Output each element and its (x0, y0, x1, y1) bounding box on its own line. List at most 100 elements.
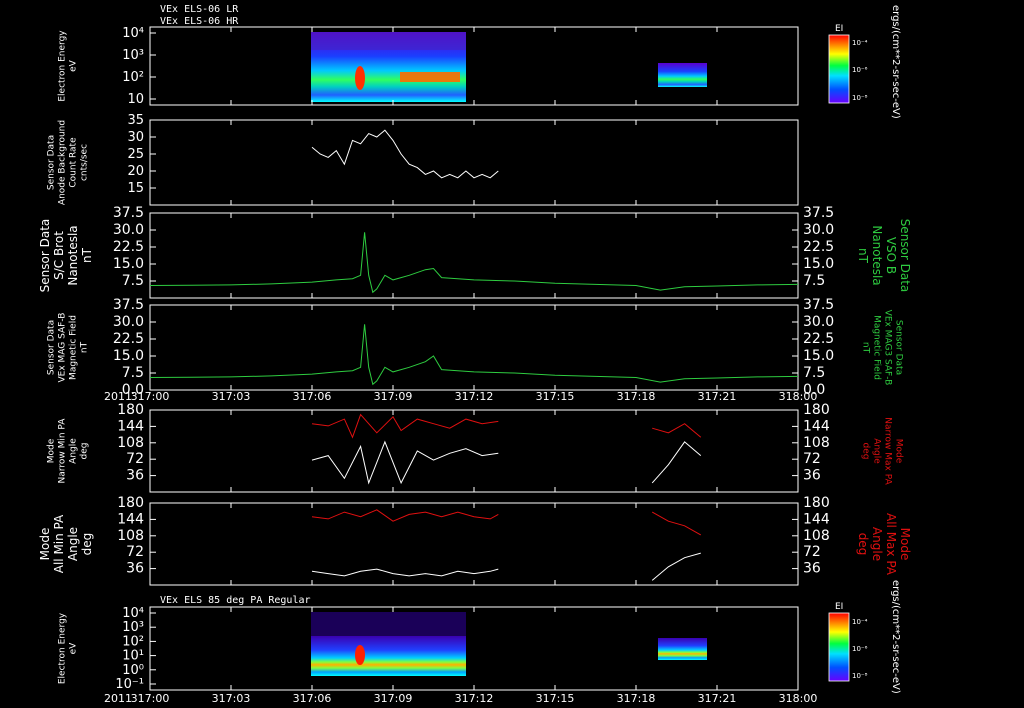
ylabel-line: deg (80, 533, 94, 556)
spectrogram-hotspot (355, 66, 365, 90)
ytick-label: 22.5 (113, 239, 144, 255)
ytick-label: 10⁻¹ (115, 677, 144, 692)
ytick-label: 15.0 (113, 256, 144, 272)
series-line-0 (311, 509, 499, 522)
xtick-label: 317:06 (293, 390, 332, 403)
ytick-label: 22.5 (113, 331, 144, 347)
ytick-label: 108 (117, 435, 144, 451)
ylabel-right-line: Nanotesla (870, 225, 884, 285)
ytick-label: 7.5 (122, 273, 144, 289)
ytick-label: 10⁴ (122, 606, 144, 621)
xtick-label: 317:06 (293, 692, 332, 705)
ytick-label: 108 (117, 528, 144, 544)
xtick-label: 317:18 (617, 692, 656, 705)
panel-frame-2 (149, 119, 799, 206)
ytick-label: 30.0 (113, 314, 144, 330)
ylabel-line: Anode Background (58, 120, 68, 205)
ylabel-line: Count Rate (69, 137, 79, 188)
ylabel-right-line: All Max PA (884, 513, 898, 576)
ytick-label-right: 30.0 (803, 222, 834, 238)
ylabel-right-line: nT (856, 248, 870, 264)
ytick-label: 36 (126, 468, 144, 484)
spectrogram-85pa-segment-1 (311, 636, 466, 676)
colorbar-top-label: EI (835, 24, 843, 34)
ytick-label-right: 108 (803, 528, 830, 544)
ytick-label-right: 22.5 (803, 331, 834, 347)
colorbar-top-scale (828, 34, 850, 104)
ytick-label: 10⁴ (122, 26, 144, 41)
ytick-label: 30 (127, 130, 144, 145)
xtick-label: 317:21 (698, 692, 737, 705)
xtick-label: 318:00 (779, 390, 818, 403)
ytick-label: 35 (127, 113, 144, 128)
ytick-label-right: 108 (803, 435, 830, 451)
spectrogram-noise-band (311, 32, 466, 50)
ylabel-line: Angle (66, 527, 80, 561)
ylabel-line: eV (69, 642, 79, 655)
ylabel-right-line: Mode (894, 439, 904, 464)
spectrogram-segment-2 (658, 63, 707, 87)
colorbar-top: EI 10⁻⁴ 10⁻⁶ 10⁻⁸ ergs/(cm**2-sr-sec-eV) (828, 5, 901, 119)
panel-frame-4 (149, 304, 799, 391)
ylabel-line: Nanotesla (66, 225, 80, 285)
ylabel-line: S/C Brot (52, 231, 66, 280)
colorbar-top-tick-3: 10⁻⁸ (852, 94, 868, 102)
ytick-label: 15 (127, 181, 144, 196)
spectrogram-85pa-noise (311, 612, 466, 636)
ytick-label: 180 (117, 495, 144, 511)
ytick-label: 10¹ (122, 649, 144, 664)
ylabel-line: nT (80, 247, 94, 263)
ytick-label: 10³ (122, 620, 144, 635)
xtick-label: 317:00 (131, 390, 170, 403)
ylabel-right-line: Mode (898, 528, 912, 561)
colorbar-bottom: EI 10⁻⁴ 10⁻⁶ 10⁻⁸ ergs/(cm**2-sr-sec-eV) (828, 580, 901, 694)
ylabel-line: Mode (47, 438, 57, 463)
xtick-label: 317:12 (455, 390, 494, 403)
ylabel-line: Sensor Data (47, 320, 57, 375)
ylabel-line: Electron Energy (58, 612, 68, 684)
xtick-label: 317:03 (212, 692, 251, 705)
xtick-label: 317:12 (455, 692, 494, 705)
ytick-label: 20 (127, 164, 144, 179)
ylabel-right-line: deg (861, 443, 871, 460)
ytick-label: 30.0 (113, 222, 144, 238)
panel-frame-5 (149, 409, 799, 493)
ylabel-line: Electron Energy (58, 30, 68, 102)
ytick-label: 37.5 (113, 205, 144, 221)
ytick-label-right: 22.5 (803, 239, 834, 255)
ytick-label: 7.5 (122, 365, 144, 381)
series-line-0 (149, 232, 799, 294)
colorbar-bottom-label: EI (835, 602, 843, 612)
ylabel-line: nT (80, 341, 90, 353)
ylabel-line: Magnetic Field (69, 315, 79, 380)
colorbar-top-units: ergs/(cm**2-sr-sec-eV) (890, 5, 901, 119)
ytick-label-right: 15.0 (803, 348, 834, 364)
ytick-label: 72 (126, 544, 144, 560)
ytick-label: 180 (117, 402, 144, 418)
xtick-label: 317:18 (617, 390, 656, 403)
xtick-label: 317:15 (536, 692, 575, 705)
xtick-label: 317:00 (131, 692, 170, 705)
spectrogram-85pa-hotspot (355, 645, 365, 665)
ylabel-right-line: Sensor Data (894, 320, 904, 375)
ylabel-right-line: Magnetic Field (872, 315, 882, 380)
ytick-label: 10 (127, 92, 144, 107)
panel-frame-3 (149, 212, 799, 299)
ylabel-line: eV (69, 59, 79, 72)
ylabel-right-line: VEx MAG3 SAF-B (883, 310, 893, 386)
ytick-label: 10² (122, 70, 144, 85)
ylabel-right-line: Narrow Max PA (883, 417, 893, 485)
ylabel-right-line: nT (861, 342, 871, 354)
ylabel-right-line: VSO B (884, 237, 898, 274)
ytick-label-right: 15.0 (803, 256, 834, 272)
ylabel-right-line: Angle (870, 527, 884, 561)
xtick-label: 318:00 (779, 692, 818, 705)
ytick-label: 10³ (122, 48, 144, 63)
series-line-1 (651, 441, 702, 484)
series-line-0 (311, 413, 499, 439)
ytick-label-right: 72 (803, 451, 821, 467)
series-line-0 (652, 423, 702, 438)
series-line-0 (311, 129, 499, 179)
ylabel-line: All Min PA (52, 514, 66, 573)
colorbar-bottom-tick-2: 10⁻⁶ (852, 645, 868, 653)
